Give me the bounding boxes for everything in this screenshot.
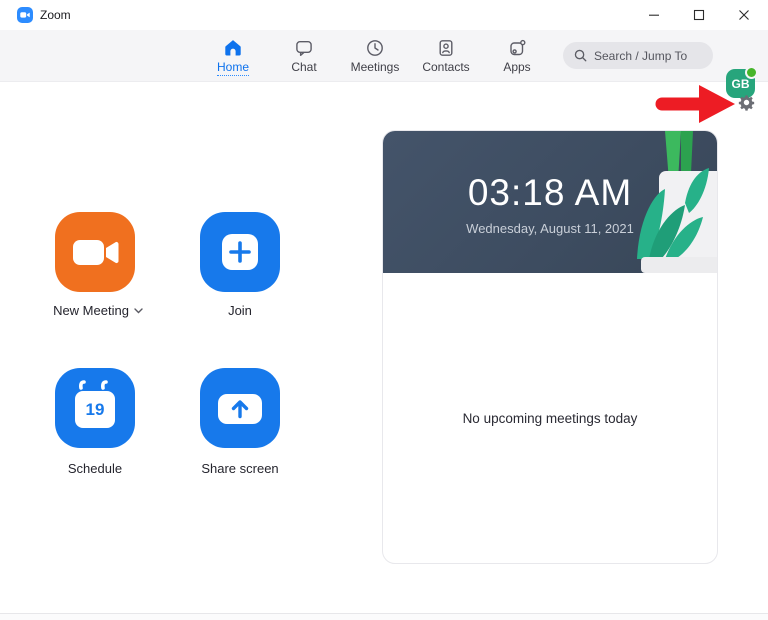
tab-chat-label: Chat [291,60,317,74]
search-icon [573,48,588,63]
footer-divider [0,613,768,620]
maximize-button[interactable] [676,0,721,30]
calendar-day-number: 19 [85,400,105,419]
home-icon [223,38,243,58]
nav-tabs: Home Chat Meetings Contacts Apps [201,38,549,76]
clock-banner: 03:18 AM Wednesday, August 11, 2021 [383,131,717,273]
tab-meetings[interactable]: Meetings [343,38,407,76]
tab-home[interactable]: Home [201,38,265,76]
new-meeting-button[interactable] [55,212,135,292]
close-button[interactable] [721,0,766,30]
schedule-button[interactable]: 19 [55,368,135,448]
schedule-label: Schedule [67,461,123,476]
settings-gear-button[interactable] [738,94,755,111]
tab-apps-label: Apps [503,60,531,74]
chat-icon [294,38,314,58]
chevron-down-icon[interactable] [134,307,143,314]
zoom-app-icon [17,7,33,23]
share-screen-label: Share screen [201,461,279,476]
tab-contacts[interactable]: Contacts [414,38,478,76]
apps-icon [507,38,527,58]
tab-contacts-label: Contacts [422,60,470,74]
new-meeting-label: New Meeting [18,303,178,318]
window-controls [631,0,766,30]
tab-home-label: Home [216,60,249,76]
video-camera-icon [55,212,135,292]
search-input[interactable]: Search / Jump To [563,42,713,69]
clock-time: 03:18 AM [467,172,633,213]
screen-share-icon [200,368,280,448]
no-meetings-message: No upcoming meetings today [462,411,638,426]
minimize-button[interactable] [631,0,676,30]
clock-icon [365,38,385,58]
main-navbar: Home Chat Meetings Contacts Apps Search … [0,30,768,98]
window-title: Zoom [40,8,71,22]
plus-icon [200,212,280,292]
join-button[interactable] [200,212,280,292]
window-title-bar: Zoom [0,0,768,30]
online-status-dot [745,66,758,79]
contact-badge-icon [436,38,456,58]
annotation-red-arrow [653,83,737,125]
meetings-panel: 03:18 AM Wednesday, August 11, 2021 No u… [382,130,718,564]
tab-chat[interactable]: Chat [272,38,336,76]
clock-date: Wednesday, August 11, 2021 [466,221,634,236]
search-placeholder: Search / Jump To [594,48,688,63]
tab-meetings-label: Meetings [350,60,400,74]
tab-apps[interactable]: Apps [485,38,549,76]
share-screen-button[interactable] [200,368,280,448]
join-label: Join [228,303,252,318]
